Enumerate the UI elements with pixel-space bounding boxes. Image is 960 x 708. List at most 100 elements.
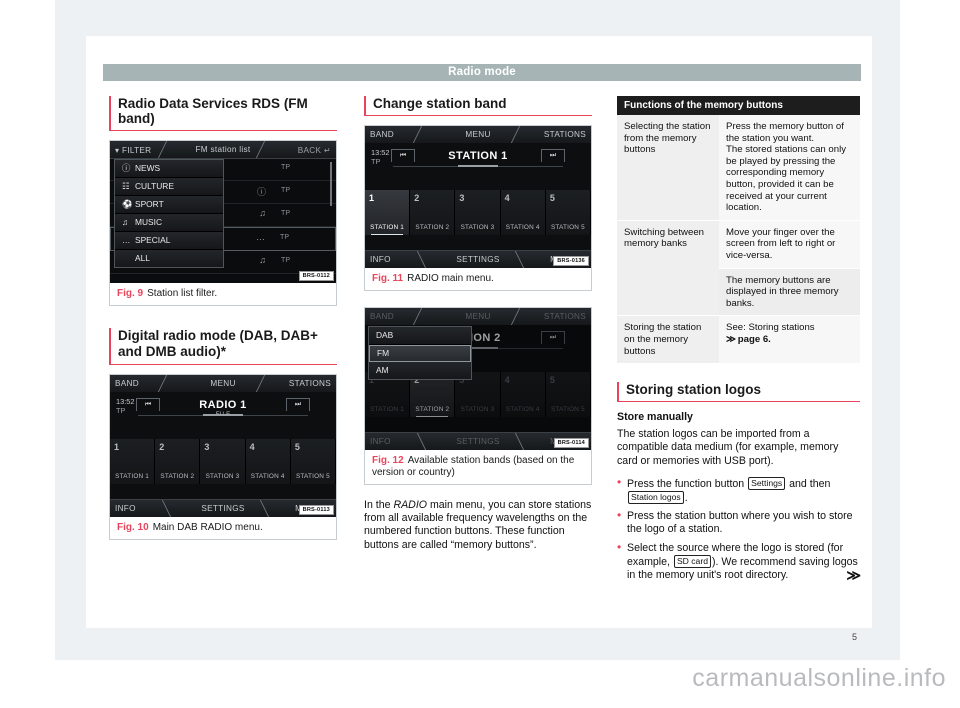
memory-button-4[interactable]: 4 STATION 4 bbox=[245, 439, 291, 484]
band-option-dab[interactable]: DAB bbox=[369, 327, 471, 345]
row-genre-icon: ♫ bbox=[259, 208, 266, 218]
row-tp-label: TP bbox=[280, 234, 289, 241]
memory-label: STATION 2 bbox=[415, 406, 450, 413]
memory-number: 2 bbox=[414, 193, 420, 203]
filter-item-news[interactable]: ⓘ NEWS bbox=[115, 160, 223, 178]
memory-button-2[interactable]: 2 STATION 2 bbox=[155, 439, 201, 484]
figure-12: BAND MENU STATIONS ATION 2 ⏭ • • • 1 S bbox=[364, 307, 592, 485]
sd-card-button-key[interactable]: SD card bbox=[673, 554, 711, 568]
next-station-button[interactable]: ⏭ bbox=[286, 398, 310, 411]
memory-number: 4 bbox=[504, 193, 510, 203]
fig10-top-bar: BAND MENU STATIONS bbox=[110, 375, 336, 393]
fig9-back-button[interactable]: BACK ↵ bbox=[298, 145, 331, 155]
filter-item-sport[interactable]: ⚽ SPORT bbox=[115, 196, 223, 214]
table-key-cell: Selecting the station from the memory bu… bbox=[617, 115, 720, 221]
row-genre-icon: ⓘ bbox=[256, 187, 266, 197]
memory-number: 3 bbox=[204, 442, 210, 452]
row-tp-label: TP bbox=[281, 257, 290, 264]
memory-button-5[interactable]: 5 STATION 5 bbox=[545, 190, 591, 235]
memory-label: STATION 4 bbox=[505, 224, 540, 231]
double-chevron-icon: ≫ bbox=[726, 333, 736, 345]
memory-button-3[interactable]: 3 STATION 3 bbox=[200, 439, 246, 484]
watermark: carmanualsonline.info bbox=[692, 664, 946, 692]
fig12-label: Fig. 12 bbox=[372, 455, 404, 466]
filter-item-label: CULTURE bbox=[135, 181, 174, 191]
memory-number: 4 bbox=[249, 442, 255, 452]
memory-button-1[interactable]: 1 STATION 1 bbox=[365, 190, 411, 235]
subheading-store-manually: Store manually bbox=[617, 411, 693, 424]
next-station-button[interactable]: ⏭ bbox=[541, 149, 565, 162]
bullet-1-pre: Press the function button bbox=[627, 477, 748, 490]
fig11-screen: BAND MENU STATIONS 13:52 TP ⏮ STATION 1 … bbox=[365, 126, 591, 268]
memory-button-5[interactable]: 5 STATION 5 bbox=[290, 439, 336, 484]
table-value-cell: Press the memory button of the station y… bbox=[719, 115, 860, 221]
settings-button-key[interactable]: Settings bbox=[748, 476, 786, 490]
right-paragraph: The station logos can be imported from a… bbox=[617, 428, 839, 467]
band-option-am[interactable]: AM bbox=[369, 362, 471, 379]
middle-paragraph: In the RADIO main menu, you can store st… bbox=[364, 499, 592, 552]
memory-number: 3 bbox=[459, 193, 465, 203]
memory-button-3[interactable]: 3 STATION 3 bbox=[455, 190, 501, 235]
memory-button-4[interactable]: 4 STATION 4 bbox=[500, 190, 546, 235]
memory-number: 5 bbox=[549, 193, 555, 203]
fig11-caption: Fig. 11 RADIO main menu. bbox=[365, 268, 591, 290]
fig11-stations-button[interactable]: STATIONS bbox=[544, 130, 586, 139]
memory-button-5[interactable]: 5 STATION 5 bbox=[545, 372, 591, 417]
fig11-label: Fig. 11 bbox=[372, 273, 404, 284]
reference-text: See: Storing stations bbox=[726, 322, 815, 334]
memory-label: STATION 1 bbox=[115, 473, 150, 480]
memory-label: STATION 3 bbox=[460, 224, 495, 231]
row-tp-label: TP bbox=[281, 164, 290, 171]
fig10-label: Fig. 10 bbox=[117, 522, 149, 533]
filter-item-music[interactable]: ♫ MUSIC bbox=[115, 214, 223, 232]
filter-item-culture[interactable]: ☷ CULTURE bbox=[115, 178, 223, 196]
fig12-band-dropdown[interactable]: DAB FM AM bbox=[368, 326, 472, 380]
fig9-image-code: BRS-0112 bbox=[298, 271, 334, 281]
fig11-now-playing: 13:52 TP ⏮ STATION 1 ⏭ bbox=[365, 145, 591, 175]
reference-page[interactable]: page 6. bbox=[738, 334, 771, 345]
column-left: Radio Data Services RDS (FM band) ▾ FILT… bbox=[109, 96, 337, 544]
memory-number: 1 bbox=[369, 193, 375, 203]
row-genre-icon: ♫ bbox=[259, 255, 266, 265]
back-arrow-icon: ↵ bbox=[323, 146, 331, 155]
fig9-filter-dropdown[interactable]: ⓘ NEWS ☷ CULTURE ⚽ SPORT ♫ MUSIC … SPECIAL bbox=[114, 159, 224, 268]
memory-label: STATION 5 bbox=[550, 224, 585, 231]
memory-label: STATION 2 bbox=[160, 473, 195, 480]
fig9-label: Fig. 9 bbox=[117, 288, 144, 299]
fig12-top-bar: BAND MENU STATIONS bbox=[365, 308, 591, 326]
fig12-caption: Fig. 12 Available station bands (based on… bbox=[365, 450, 591, 484]
info-icon: ⓘ bbox=[122, 163, 131, 173]
memory-button-2[interactable]: 2 STATION 2 bbox=[410, 190, 456, 235]
table-value-cell: The memory buttons are displayed in thre… bbox=[719, 268, 860, 317]
filter-item-all[interactable]: ALL bbox=[115, 250, 223, 267]
fig11-mid-area: 13:52 TP ⏮ STATION 1 ⏭ • • • 1 STATION 1 bbox=[365, 143, 591, 251]
bullet-item-3: Select the source where the logo is stor… bbox=[617, 541, 861, 583]
next-station-button[interactable]: ⏭ bbox=[541, 331, 565, 344]
table-row: Storing the station on the memory button… bbox=[617, 315, 860, 365]
station-logos-button-key[interactable]: Station logos bbox=[628, 490, 684, 504]
running-head: Radio mode bbox=[103, 64, 861, 81]
fig12-stations-button[interactable]: STATIONS bbox=[544, 312, 586, 321]
memory-label: STATION 5 bbox=[550, 406, 585, 413]
band-option-label: DAB bbox=[376, 330, 394, 340]
memory-button-1[interactable]: 1 STATION 1 bbox=[110, 439, 156, 484]
figure-11: BAND MENU STATIONS 13:52 TP ⏮ STATION 1 … bbox=[364, 125, 592, 291]
memory-number: 4 bbox=[504, 375, 510, 385]
row-tp-label: TP bbox=[281, 187, 290, 194]
bullet-1-mid: and then bbox=[786, 477, 831, 490]
fig11-caption-text: RADIO main menu. bbox=[407, 273, 494, 284]
filter-item-label: SPORT bbox=[135, 199, 164, 209]
filter-item-special[interactable]: … SPECIAL bbox=[115, 232, 223, 250]
band-option-fm[interactable]: FM bbox=[369, 345, 471, 362]
book-icon: ☷ bbox=[122, 181, 130, 191]
memory-button-4[interactable]: 4 STATION 4 bbox=[500, 372, 546, 417]
memory-number: 5 bbox=[294, 442, 300, 452]
filter-item-label: NEWS bbox=[135, 163, 161, 173]
fig9-caption-text: Station list filter. bbox=[147, 288, 218, 299]
bullet-item-1: Press the function button Settings and t… bbox=[617, 476, 860, 505]
row-tp-label: TP bbox=[281, 210, 290, 217]
fig10-stations-button[interactable]: STATIONS bbox=[289, 379, 331, 388]
filter-item-label: MUSIC bbox=[135, 217, 162, 227]
table-key-cell: Switching between memory banks bbox=[617, 220, 720, 317]
list-scrollbar[interactable] bbox=[330, 162, 332, 206]
